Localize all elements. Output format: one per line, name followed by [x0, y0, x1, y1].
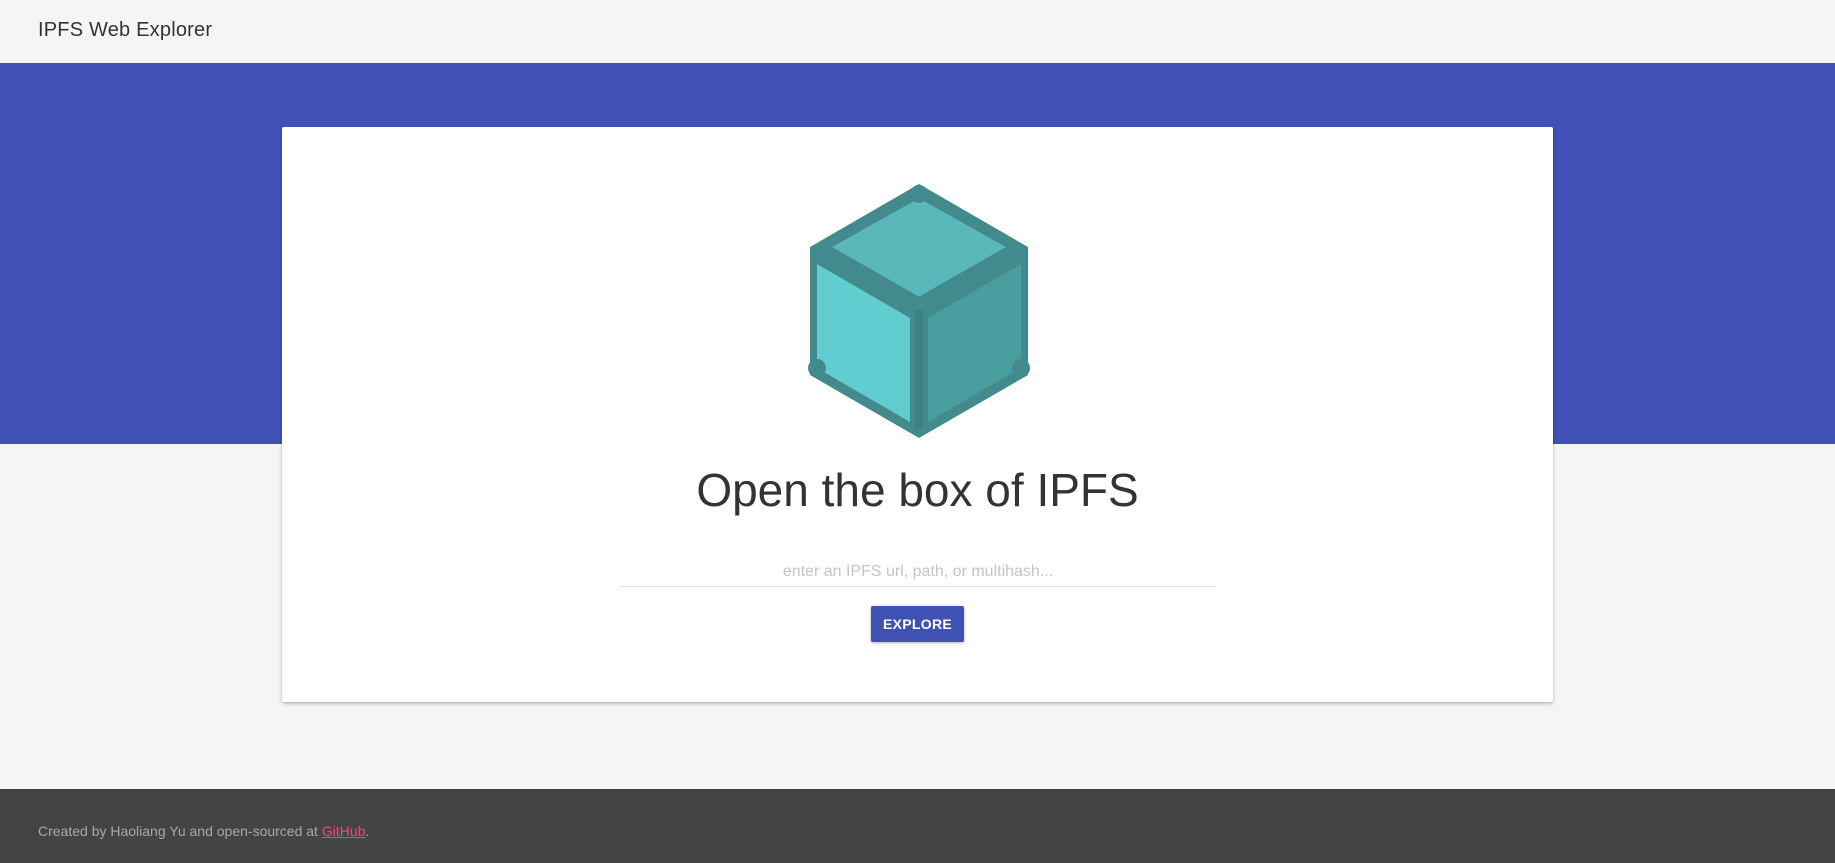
footer-credit-prefix: Created by Haoliang Yu and open-sourced … [38, 823, 322, 839]
page-footer: Created by Haoliang Yu and open-sourced … [0, 789, 1835, 863]
github-link[interactable]: GitHub [322, 823, 366, 839]
top-app-bar: IPFS Web Explorer [0, 0, 1835, 63]
page-headline: Open the box of IPFS [696, 464, 1139, 516]
explorer-card: Open the box of IPFS EXPLORE [282, 127, 1553, 702]
footer-credit-suffix: . [365, 823, 370, 839]
ipfs-search-input[interactable] [620, 558, 1216, 587]
explore-button[interactable]: EXPLORE [871, 606, 964, 642]
app-title: IPFS Web Explorer [38, 19, 213, 41]
ipfs-cube-icon [808, 184, 1030, 438]
footer-credit: Created by Haoliang Yu and open-sourced … [38, 823, 369, 839]
